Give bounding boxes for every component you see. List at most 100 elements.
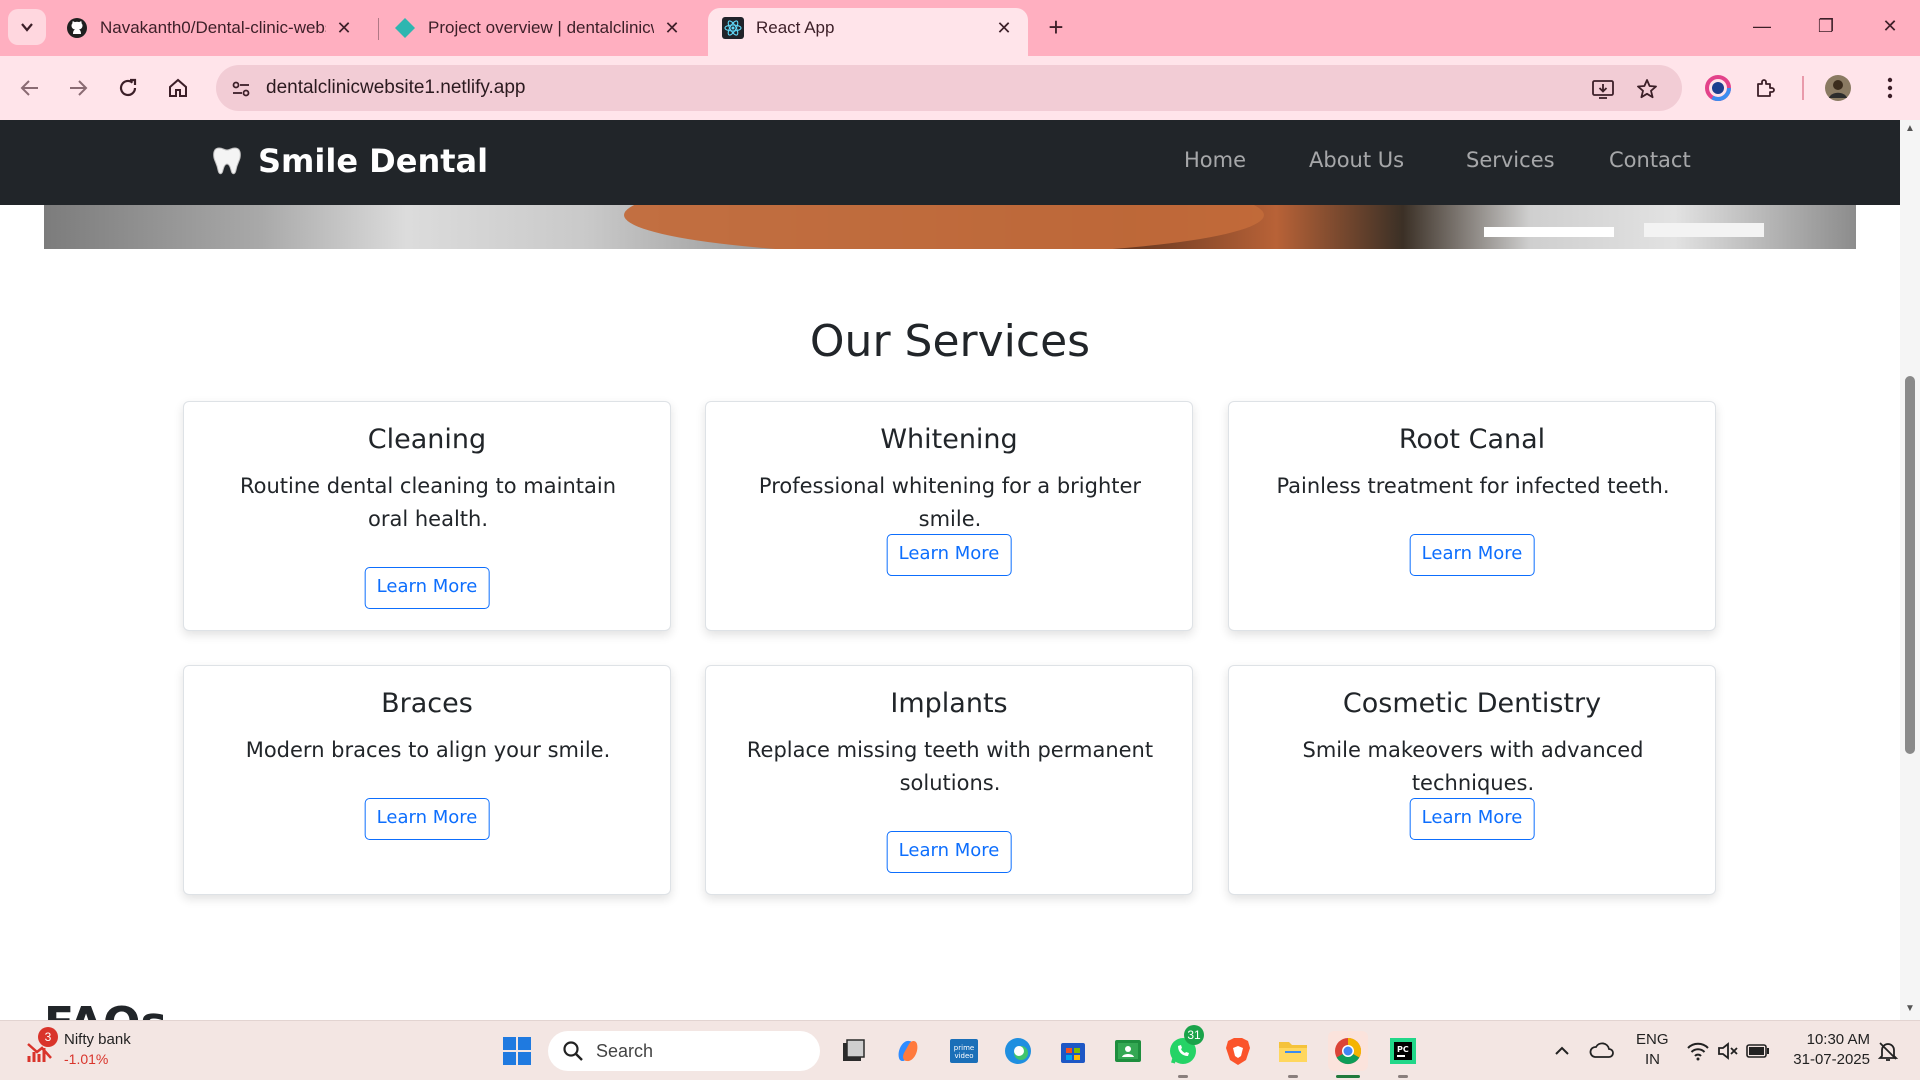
learn-more-button[interactable]: Learn More xyxy=(364,798,490,840)
brave-browser-icon[interactable] xyxy=(1218,1031,1258,1071)
brand-link[interactable]: Smile Dental xyxy=(210,142,488,180)
google-classroom-icon[interactable] xyxy=(1108,1031,1148,1071)
whatsapp-badge: 31 xyxy=(1184,1025,1204,1045)
profile-avatar[interactable] xyxy=(1822,72,1854,104)
keyboard-layout: IN xyxy=(1645,1051,1660,1068)
svg-text:prime: prime xyxy=(954,1044,974,1052)
learn-more-button[interactable]: Learn More xyxy=(364,567,490,609)
more-menu-icon[interactable] xyxy=(1874,72,1906,104)
pycharm-icon[interactable]: PC xyxy=(1383,1031,1423,1071)
netlify-icon xyxy=(394,17,416,39)
service-title: Implants xyxy=(890,688,1008,719)
service-description: Painless treatment for infected teeth. xyxy=(1276,474,1670,498)
service-description: Smile makeovers with advanced techniques… xyxy=(1302,738,1644,795)
learn-more-button[interactable]: Learn More xyxy=(1409,798,1535,840)
react-icon xyxy=(722,17,744,39)
brand-name: Smile Dental xyxy=(258,142,489,180)
tab-netlify[interactable]: Project overview | dentalclinicw ✕ xyxy=(380,8,696,48)
nav-home[interactable]: Home xyxy=(1184,148,1246,172)
svg-text:video: video xyxy=(954,1052,973,1060)
svg-text:PC: PC xyxy=(1397,1045,1409,1054)
tab-title: React App xyxy=(756,18,835,37)
services-heading: Our Services xyxy=(809,316,1091,367)
scroll-thumb[interactable] xyxy=(1905,376,1915,754)
site-navbar: Smile Dental Home About Us Services Cont… xyxy=(0,120,1900,205)
site-info-icon[interactable] xyxy=(228,76,254,102)
language-indicator[interactable]: ENG xyxy=(1636,1031,1669,1048)
extensions-puzzle-icon[interactable] xyxy=(1750,72,1782,104)
service-title: Root Canal xyxy=(1398,424,1546,455)
running-indicator xyxy=(1398,1075,1408,1078)
service-description: Modern braces to align your smile. xyxy=(245,738,611,762)
task-view-icon[interactable] xyxy=(833,1031,873,1071)
tab-github[interactable]: Navakanth0/Dental-clinic-webs ✕ xyxy=(52,8,368,48)
close-icon[interactable]: ✕ xyxy=(994,18,1014,39)
widget-value: -1.01% xyxy=(64,1051,109,1067)
bookmark-star-icon[interactable] xyxy=(1634,76,1660,102)
web-page: Smile Dental Home About Us Services Cont… xyxy=(0,120,1900,1020)
scroll-down-arrow-icon[interactable]: ▼ xyxy=(1904,1004,1916,1014)
running-indicator xyxy=(1178,1075,1188,1078)
arrow-right-icon xyxy=(70,80,88,96)
nav-about-us[interactable]: About Us xyxy=(1309,148,1404,172)
edge-browser-icon[interactable] xyxy=(998,1031,1038,1071)
active-indicator xyxy=(1336,1075,1360,1078)
home-button[interactable] xyxy=(160,70,196,106)
service-card-whitening: Whitening Professional whitening for a b… xyxy=(705,401,1193,631)
battery-icon[interactable] xyxy=(1738,1031,1778,1071)
tooth-icon xyxy=(213,147,241,175)
running-indicator xyxy=(1288,1075,1298,1078)
faq-heading: FAQs xyxy=(44,998,167,1020)
restore-button[interactable]: ❐ xyxy=(1806,10,1846,42)
scroll-up-arrow-icon[interactable]: ▲ xyxy=(1904,124,1916,134)
service-title: Cleaning xyxy=(367,424,487,455)
windows-taskbar: 3 Nifty bank -1.01% Search prime video 31… xyxy=(0,1020,1920,1080)
copilot-icon[interactable] xyxy=(888,1031,928,1071)
tab-strip: Navakanth0/Dental-clinic-webs ✕ Project … xyxy=(0,0,1920,56)
chrome-icon[interactable] xyxy=(1328,1031,1368,1071)
service-card-root-canal: Root Canal Painless treatment for infect… xyxy=(1228,401,1716,631)
learn-more-button[interactable]: Learn More xyxy=(886,831,1012,873)
widget-badge: 3 xyxy=(38,1027,58,1047)
service-description: Professional whitening for a brighter sm… xyxy=(758,474,1142,531)
arrow-left-icon xyxy=(20,80,38,96)
color-extension-icon[interactable] xyxy=(1702,72,1734,104)
notifications-bell-icon[interactable] xyxy=(1868,1031,1908,1071)
minimize-button[interactable]: — xyxy=(1742,10,1782,42)
service-title: Cosmetic Dentistry xyxy=(1342,688,1602,719)
address-bar[interactable]: dentalclinicwebsite1.netlify.app xyxy=(216,65,1682,111)
close-icon[interactable]: ✕ xyxy=(662,18,682,39)
forward-button[interactable] xyxy=(60,70,96,106)
clock-time[interactable]: 10:30 AM xyxy=(1800,1031,1870,1048)
service-description: Replace missing teeth with permanent sol… xyxy=(746,738,1154,795)
prime-video-icon[interactable]: prime video xyxy=(944,1031,984,1071)
close-icon[interactable]: ✕ xyxy=(334,18,354,39)
service-card-cosmetic-dentistry: Cosmetic Dentistry Smile makeovers with … xyxy=(1228,665,1716,895)
learn-more-button[interactable]: Learn More xyxy=(886,534,1012,576)
tab-react-app[interactable]: React App ✕ xyxy=(708,8,1028,56)
windows-logo-icon xyxy=(503,1037,531,1065)
service-card-implants: Implants Replace missing teeth with perm… xyxy=(705,665,1193,895)
reload-button[interactable] xyxy=(110,70,146,106)
nav-contact[interactable]: Contact xyxy=(1609,148,1691,172)
hero-image xyxy=(44,205,1856,249)
tab-title: Navakanth0/Dental-clinic-webs xyxy=(100,18,326,37)
show-hidden-icons-chevron-up-icon[interactable] xyxy=(1542,1031,1582,1071)
start-button[interactable] xyxy=(497,1031,537,1071)
page-scrollbar[interactable]: ▲ ▼ xyxy=(1900,120,1920,1020)
microsoft-store-icon[interactable] xyxy=(1053,1031,1093,1071)
toolbar-divider xyxy=(1802,76,1804,100)
install-app-icon[interactable] xyxy=(1590,76,1616,102)
back-button[interactable] xyxy=(12,70,48,106)
new-tab-button[interactable]: + xyxy=(1040,12,1072,44)
nav-services[interactable]: Services xyxy=(1466,148,1555,172)
learn-more-button[interactable]: Learn More xyxy=(1409,534,1535,576)
window-close-button[interactable]: ✕ xyxy=(1870,10,1910,42)
file-explorer-icon[interactable] xyxy=(1273,1031,1313,1071)
onedrive-sync-icon[interactable] xyxy=(1582,1031,1622,1071)
taskbar-search[interactable]: Search xyxy=(548,1031,820,1071)
clock-date: 31-07-2025 xyxy=(1793,1051,1870,1068)
service-card-cleaning: Cleaning Routine dental cleaning to main… xyxy=(183,401,671,631)
widget-title: Nifty bank xyxy=(64,1031,131,1048)
tab-search-button[interactable] xyxy=(8,9,46,45)
